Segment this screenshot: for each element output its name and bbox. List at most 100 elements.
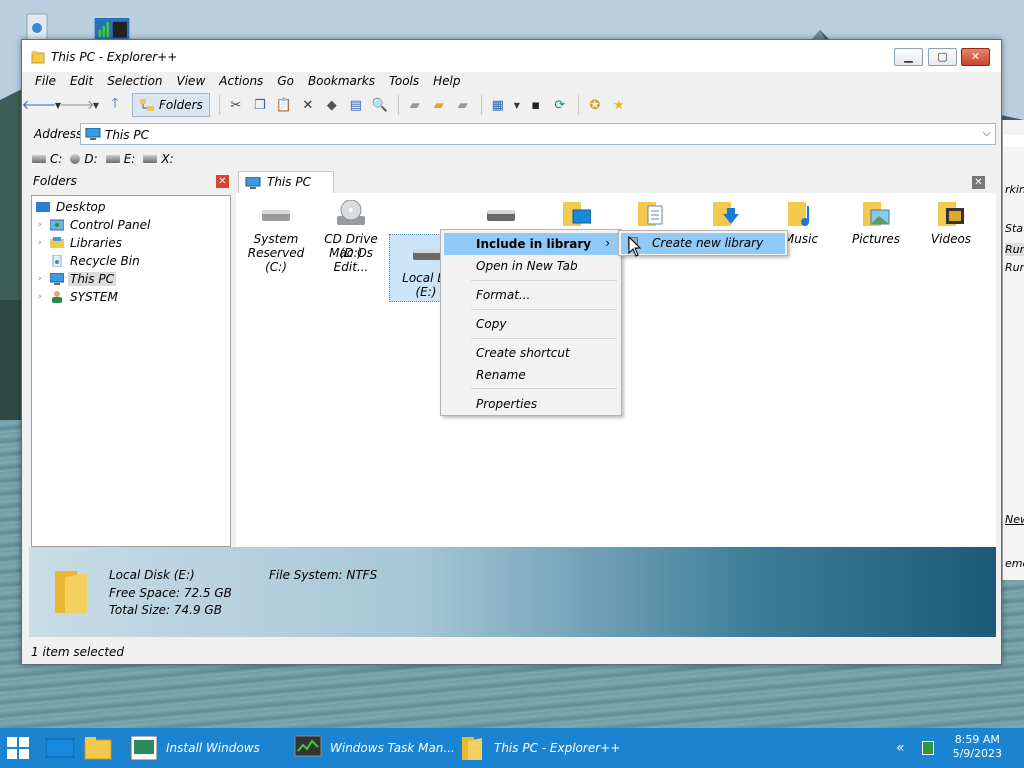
tree-item-this-pc[interactable]: › This PC (38, 270, 116, 288)
menu-tools[interactable]: Tools (382, 72, 426, 90)
menu-view[interactable]: View (170, 72, 213, 90)
add-bookmark-button[interactable]: ✪ (584, 94, 606, 116)
expand-arrow-icon[interactable]: › (38, 220, 48, 230)
menu-item-create-shortcut[interactable]: Create shortcut (444, 342, 618, 364)
forward-button[interactable]: 🡒 (60, 94, 95, 116)
menu-item-rename[interactable]: Rename (444, 364, 618, 386)
maximize-button[interactable]: ▢ (928, 48, 957, 66)
menu-item-create-new-library[interactable]: Create new library (621, 233, 785, 254)
copy-button[interactable]: ❐ (249, 94, 271, 116)
taskbar: Install Windows Windows Task Man... This… (0, 728, 1024, 768)
paste-button[interactable]: 📋 (273, 94, 295, 116)
address-label: Address (34, 127, 83, 141)
menu-item-open-in-new-tab[interactable]: Open in New Tab (444, 255, 618, 277)
documents-folder-icon (638, 202, 663, 226)
folder-tree[interactable]: Desktop › Control Panel › Libraries Recy… (31, 195, 231, 547)
tree-item-recycle-bin[interactable]: Recycle Bin (48, 252, 142, 270)
tray-app-icon[interactable] (922, 741, 934, 755)
menu-file[interactable]: File (28, 72, 63, 90)
move-to-button[interactable]: ▰ (428, 94, 450, 116)
file-item-videos-folder[interactable]: Videos (914, 196, 988, 262)
menu-separator (471, 388, 617, 389)
properties-button[interactable]: ▤ (345, 94, 367, 116)
folders-pane-close-button[interactable]: ✕ (216, 175, 229, 188)
file-item-pictures-folder[interactable]: Pictures (839, 196, 913, 262)
copy-to-button[interactable]: ▰ (404, 94, 426, 116)
show-hidden-icons-icon[interactable]: « (896, 740, 905, 756)
menu-bookmarks[interactable]: Bookmarks (301, 72, 382, 90)
expand-arrow-icon[interactable]: › (38, 238, 48, 248)
delete-permanently-button[interactable]: ◆ (321, 94, 343, 116)
menu-help[interactable]: Help (426, 72, 467, 90)
task-manager-icon (294, 735, 322, 757)
taskbar-install-windows[interactable]: Install Windows (130, 728, 260, 768)
scissors-icon: ✂ (230, 97, 242, 113)
properties-icon: ▤ (349, 97, 362, 113)
drives-bar: C: D: E: X: (32, 151, 174, 167)
expand-arrow-icon[interactable]: › (38, 274, 48, 284)
videos-folder-icon (938, 202, 964, 226)
chevron-down-icon[interactable]: ⌵ (983, 126, 991, 140)
back-button[interactable]: 🡐 (22, 94, 57, 116)
menu-edit[interactable]: Edit (63, 72, 100, 90)
views-dropdown-button[interactable]: ▼ (511, 94, 523, 116)
menu-item-label: Copy (476, 317, 507, 331)
file-item-system-reserved[interactable]: System Reserved (C:) (239, 196, 313, 274)
address-bar: Address This PC ⌵ (28, 123, 996, 145)
taskbar-task-manager[interactable]: Windows Task Man... (294, 728, 455, 768)
submenu-item-label: Create new library (652, 236, 764, 250)
tree-item-control-panel[interactable]: › Control Panel (38, 216, 152, 234)
start-button[interactable] (0, 728, 36, 768)
menu-actions[interactable]: Actions (212, 72, 270, 90)
bookmarks-button[interactable]: ★ (608, 94, 630, 116)
drive-e-button[interactable]: E: (105, 151, 135, 167)
delete-button[interactable]: ✕ (297, 94, 319, 116)
eraser-icon: ◆ (326, 97, 337, 113)
tree-item-desktop[interactable]: Desktop (34, 198, 108, 216)
menu-item-copy[interactable]: Copy (444, 313, 618, 335)
menu-item-format[interactable]: Format... (444, 284, 618, 306)
tree-item-libraries[interactable]: › Libraries (38, 234, 124, 252)
drive-c-button[interactable]: C: (32, 151, 62, 167)
menu-go[interactable]: Go (270, 72, 301, 90)
minimize-button[interactable]: ▁ (894, 48, 923, 66)
close-button[interactable]: ✕ (961, 48, 990, 66)
refresh-button[interactable]: ⟳ (549, 94, 571, 116)
folders-toggle-button[interactable]: Folders (132, 93, 210, 117)
address-value: This PC (105, 128, 149, 142)
search-button[interactable]: 🔍 (369, 94, 391, 116)
hard-drive-icon (487, 210, 515, 221)
library-submenu: Create new library (618, 230, 788, 256)
tab-this-pc[interactable]: This PC (238, 171, 334, 193)
file-item-cd-drive[interactable]: CD Drive (D:) Mac Os Edit... (314, 196, 388, 274)
menu-item-properties[interactable]: Properties (444, 393, 618, 415)
new-folder-button[interactable]: ▰ (452, 94, 474, 116)
drive-x-button[interactable]: X: (143, 151, 174, 167)
user-icon (52, 291, 62, 303)
address-input[interactable]: This PC ⌵ (80, 123, 996, 145)
close-tab-button[interactable]: ✕ (972, 176, 985, 189)
file-label-line2: Reserved (C:) (247, 246, 305, 274)
taskbar-explorer-plus[interactable]: This PC - Explorer++ (458, 728, 620, 768)
clock[interactable]: 8:59 AM 5/9/2023 (953, 733, 1002, 761)
toolbar-separator (218, 95, 220, 115)
menu-selection[interactable]: Selection (100, 72, 169, 90)
expand-arrow-icon[interactable]: › (38, 292, 48, 302)
drive-d-button[interactable]: D: (70, 151, 98, 167)
bg-window-text: rking (1005, 183, 1024, 196)
maximize-icon: ▢ (937, 50, 948, 63)
forward-history-button[interactable]: ▼ (90, 94, 102, 116)
background-window[interactable]: rking Stat Run Run New emor (1002, 120, 1024, 580)
menu-item-include-in-library[interactable]: Include in library › (444, 233, 618, 255)
show-desktop-icon[interactable] (46, 737, 74, 759)
cd-drive-icon (70, 154, 81, 164)
tree-item-label: Recycle Bin (70, 254, 140, 268)
title-bar[interactable]: This PC - Explorer++ ▁ ▢ ✕ (22, 40, 1001, 72)
tree-item-system[interactable]: › SYSTEM (38, 288, 120, 306)
command-prompt-button[interactable]: ▪ (525, 94, 547, 116)
file-explorer-taskbar-icon[interactable] (84, 736, 112, 760)
views-button[interactable]: ▦ (487, 94, 509, 116)
star-icon: ★ (612, 97, 625, 113)
cut-button[interactable]: ✂ (225, 94, 247, 116)
up-button[interactable]: 🡑 (104, 94, 126, 116)
